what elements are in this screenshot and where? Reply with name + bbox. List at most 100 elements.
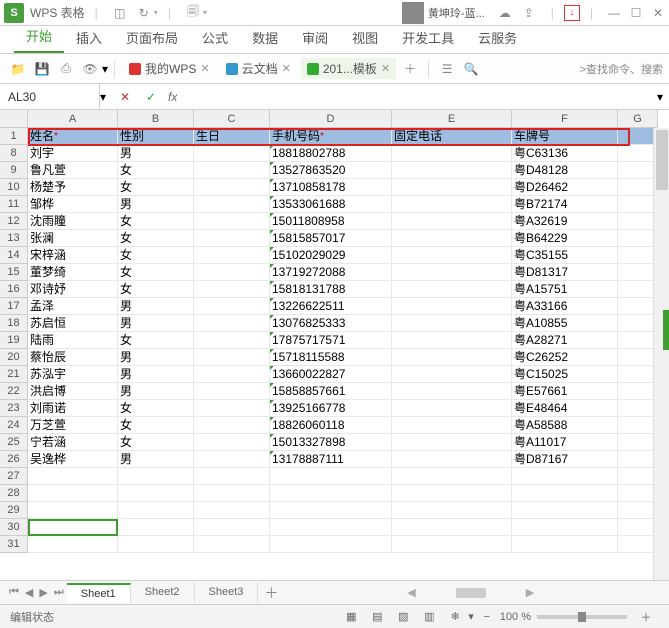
cell[interactable]: 粤A32619 [512, 213, 618, 230]
cell[interactable] [194, 485, 270, 502]
cell[interactable]: 粤C35155 [512, 247, 618, 264]
close-btn[interactable]: ✕ [647, 2, 669, 24]
cloud-icon[interactable]: ☁ [496, 4, 514, 22]
cell[interactable] [194, 366, 270, 383]
doc-tab-1[interactable]: 云文档✕ [220, 58, 297, 79]
cell[interactable] [618, 536, 658, 553]
cell[interactable]: 孟泽 [28, 298, 118, 315]
cell[interactable] [118, 468, 194, 485]
list-icon[interactable]: ☰ [437, 59, 457, 79]
cell[interactable] [194, 315, 270, 332]
cell[interactable] [118, 485, 194, 502]
ribbon-tab-3[interactable]: 公式 [190, 22, 240, 53]
cell[interactable] [392, 519, 512, 536]
view-reading-icon[interactable]: ▥ [418, 608, 440, 626]
cell[interactable]: 男 [118, 349, 194, 366]
row-header-10[interactable]: 10 [0, 179, 28, 196]
row-header-30[interactable]: 30 [0, 519, 28, 536]
cell[interactable] [618, 383, 658, 400]
ribbon-tab-1[interactable]: 插入 [64, 22, 114, 53]
cell[interactable]: 女 [118, 417, 194, 434]
cell[interactable] [392, 179, 512, 196]
cell[interactable]: 13925166778 [270, 400, 392, 417]
cell[interactable] [194, 281, 270, 298]
cell[interactable] [28, 519, 118, 536]
row-header-14[interactable]: 14 [0, 247, 28, 264]
sheet-nav-last[interactable]: ⏭ [54, 586, 64, 599]
cell[interactable] [618, 349, 658, 366]
view-page-icon[interactable]: ▤ [366, 608, 388, 626]
cell[interactable]: 18826060118 [270, 417, 392, 434]
search-icon[interactable]: 🔍 [461, 59, 481, 79]
user-avatar[interactable] [402, 2, 424, 24]
cell[interactable] [618, 519, 658, 536]
cell[interactable]: 苏泓宇 [28, 366, 118, 383]
cell[interactable] [512, 468, 618, 485]
cell[interactable]: 17875717571 [270, 332, 392, 349]
cell[interactable]: 15718115588 [270, 349, 392, 366]
cell[interactable]: 13076825333 [270, 315, 392, 332]
cell[interactable] [512, 536, 618, 553]
cell[interactable]: 粤A15751 [512, 281, 618, 298]
cell[interactable] [618, 332, 658, 349]
sheet-tab-0[interactable]: Sheet1 [67, 583, 131, 603]
zoom-slider[interactable] [537, 615, 627, 619]
cell[interactable]: 粤A33166 [512, 298, 618, 315]
cell[interactable] [392, 502, 512, 519]
cell[interactable] [194, 468, 270, 485]
cell[interactable] [392, 247, 512, 264]
cell[interactable] [194, 162, 270, 179]
cell[interactable]: 粤E57661 [512, 383, 618, 400]
cell[interactable] [194, 519, 270, 536]
cell[interactable] [194, 145, 270, 162]
cell[interactable]: 吴逸桦 [28, 451, 118, 468]
cell[interactable] [194, 230, 270, 247]
cell[interactable]: 粤C63136 [512, 145, 618, 162]
cell[interactable] [392, 349, 512, 366]
cell[interactable] [194, 451, 270, 468]
cell[interactable]: 杨楚予 [28, 179, 118, 196]
col-header-C[interactable]: C [194, 110, 270, 128]
cell[interactable] [618, 485, 658, 502]
minimize-btn[interactable]: — [603, 2, 625, 24]
doc-tab-2[interactable]: 201...模板✕ [301, 58, 396, 79]
cell[interactable]: 女 [118, 179, 194, 196]
preview-icon[interactable]: 👁 [80, 59, 100, 79]
cell[interactable] [270, 519, 392, 536]
cell[interactable] [118, 536, 194, 553]
cell[interactable] [392, 145, 512, 162]
cell[interactable]: 男 [118, 315, 194, 332]
fx-label[interactable]: fx [168, 90, 177, 104]
row-header-15[interactable]: 15 [0, 264, 28, 281]
cell[interactable]: 13178887111 [270, 451, 392, 468]
cell[interactable] [618, 434, 658, 451]
cell[interactable] [618, 417, 658, 434]
cell[interactable] [618, 196, 658, 213]
cell[interactable] [392, 196, 512, 213]
vertical-scrollbar[interactable] [653, 128, 669, 580]
row-header-18[interactable]: 18 [0, 315, 28, 332]
cell[interactable] [28, 485, 118, 502]
cell[interactable]: 女 [118, 162, 194, 179]
row-header-27[interactable]: 27 [0, 468, 28, 485]
cell[interactable] [392, 162, 512, 179]
open-icon[interactable]: 📁 [8, 59, 28, 79]
cell[interactable]: 邓诗妤 [28, 281, 118, 298]
cell[interactable] [618, 502, 658, 519]
save-icon[interactable]: 💾 [32, 59, 52, 79]
col-header-F[interactable]: F [512, 110, 618, 128]
sheet-nav-first[interactable]: ⏮ [9, 586, 19, 599]
cell[interactable]: 苏启恒 [28, 315, 118, 332]
row-header-16[interactable]: 16 [0, 281, 28, 298]
col-header-B[interactable]: B [118, 110, 194, 128]
formula-ok[interactable]: ✓ [138, 84, 164, 109]
cell[interactable]: 刘雨诺 [28, 400, 118, 417]
cell[interactable] [194, 196, 270, 213]
cell[interactable]: 董梦绮 [28, 264, 118, 281]
zoom-level[interactable]: 100 % [500, 611, 531, 623]
row-header-11[interactable]: 11 [0, 196, 28, 213]
cell[interactable]: 15013327898 [270, 434, 392, 451]
cell[interactable]: 15818131788 [270, 281, 392, 298]
cell[interactable]: 粤B64229 [512, 230, 618, 247]
ribbon-tab-7[interactable]: 开发工具 [390, 22, 466, 53]
